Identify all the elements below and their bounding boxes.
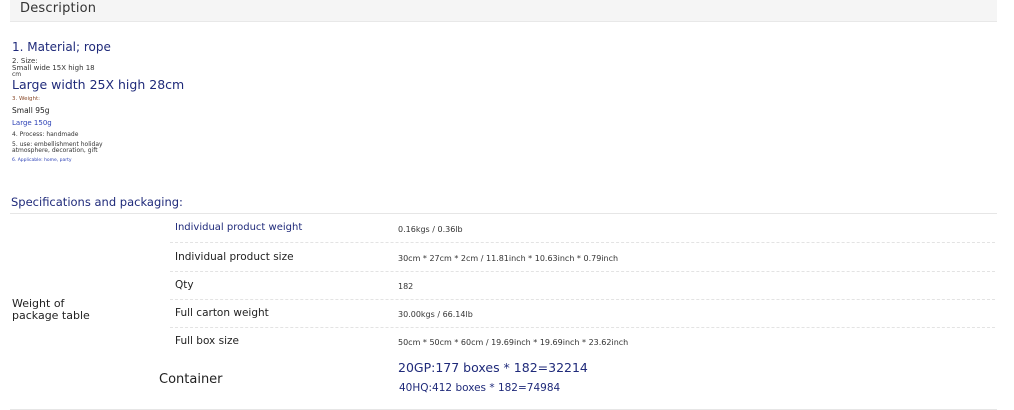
description-text: 1. Material; rope 2. Size: Small wide 15…	[12, 40, 212, 163]
row-label: Individual product size	[175, 251, 294, 263]
desc-line-small-weight: Small 95g	[12, 106, 50, 115]
table-row: Individual product size 30cm * 27cm * 2c…	[170, 243, 995, 272]
table-row: Full carton weight 30.00kgs / 66.14lb	[170, 299, 995, 328]
row-label: Full box size	[175, 335, 239, 347]
container-value-20gp: 20GP:177 boxes * 182=32214	[398, 360, 588, 375]
desc-line-weight-heading: 3. Weight:	[12, 96, 41, 102]
description-tab-bar: Description	[10, 0, 997, 22]
row-value: 30.00kgs / 66.14lb	[398, 310, 473, 319]
row-value: 30cm * 27cm * 2cm / 11.81inch * 10.63inc…	[398, 254, 619, 263]
specs-heading: Specifications and packaging:	[11, 195, 183, 209]
description-tab[interactable]: Description	[20, 1, 96, 16]
package-table: Weight of package table Individual produ…	[10, 213, 997, 410]
group-label-text: Weight of package table	[12, 297, 90, 322]
container-value-40hq: 40HQ:412 boxes * 182=74984	[399, 382, 561, 394]
desc-line-use-cont: atmosphere, decoration, gift	[12, 147, 98, 154]
row-value: 182	[398, 282, 414, 291]
container-label: Container	[159, 372, 223, 387]
package-table-group-label: Weight of package table	[12, 298, 90, 322]
table-row: Qty 182	[170, 271, 995, 300]
row-label: Qty	[175, 279, 194, 291]
desc-line-small-size: Small wide 15X high 18	[12, 64, 95, 72]
desc-line-large-weight: Large 150g	[12, 119, 52, 127]
container-row: Container 20GP:177 boxes * 182=32214 40H…	[158, 354, 995, 404]
desc-line-process: 4. Process: handmade	[12, 131, 79, 138]
desc-line-large-size: Large width 25X high 28cm	[12, 77, 185, 92]
row-value: 0.16kgs / 0.36lb	[398, 225, 463, 234]
table-row: Individual product weight 0.16kgs / 0.36…	[170, 214, 995, 243]
desc-line-applicable: 6. Applicable: home, party	[12, 158, 72, 163]
row-label: Individual product weight	[175, 222, 303, 233]
table-row: Full box size 50cm * 50cm * 60cm / 19.69…	[170, 327, 995, 355]
row-value: 50cm * 50cm * 60cm / 19.69inch * 19.69in…	[398, 338, 629, 347]
row-label: Full carton weight	[175, 307, 269, 319]
desc-line-material: 1. Material; rope	[12, 40, 111, 54]
